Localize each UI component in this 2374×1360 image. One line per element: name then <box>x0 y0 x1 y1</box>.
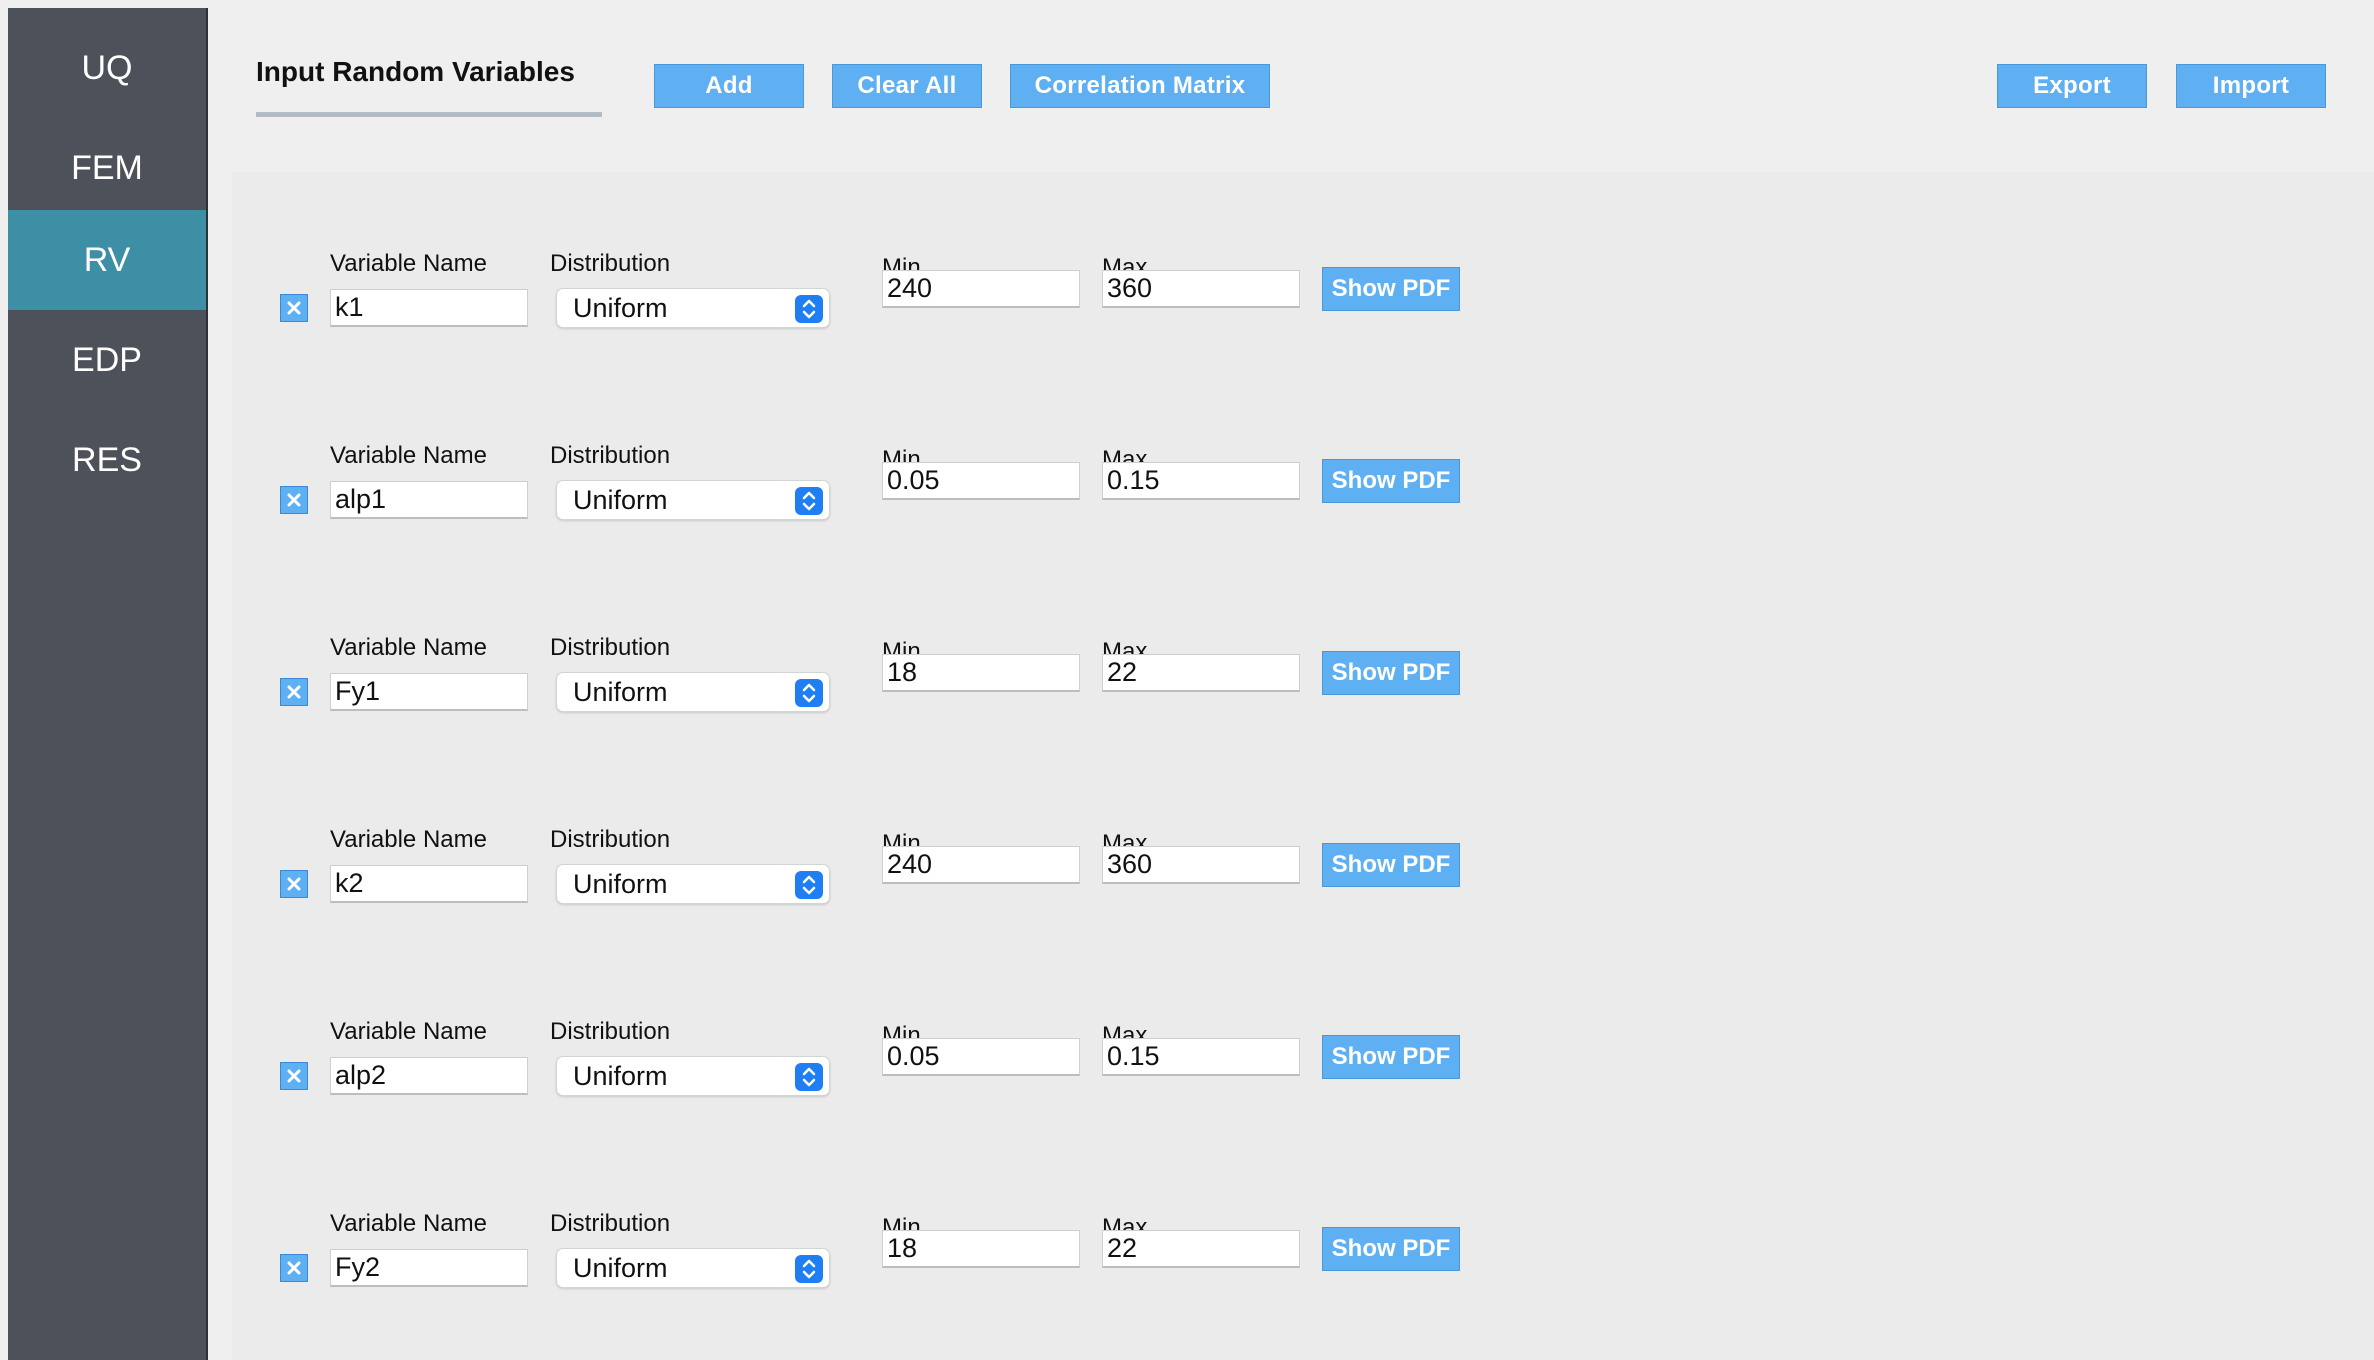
close-icon <box>287 1261 301 1275</box>
variable-row-1: Variable Name Distribution Min. Max. k1 … <box>0 232 1600 392</box>
distribution-value: Uniform <box>573 484 668 515</box>
select-arrows-icon <box>795 871 823 899</box>
close-icon <box>287 685 301 699</box>
max-input[interactable]: 360 <box>1102 270 1300 308</box>
remove-variable-checkbox[interactable] <box>280 870 308 898</box>
distribution-value: Uniform <box>573 292 668 323</box>
show-pdf-button[interactable]: Show PDF <box>1322 843 1460 887</box>
max-input[interactable]: 360 <box>1102 846 1300 884</box>
distribution-select[interactable]: Uniform <box>556 864 830 904</box>
show-pdf-button[interactable]: Show PDF <box>1322 1227 1460 1271</box>
distribution-label: Distribution <box>550 634 671 661</box>
remove-variable-checkbox[interactable] <box>280 1062 308 1090</box>
distribution-select[interactable]: Uniform <box>556 480 830 520</box>
close-icon <box>287 493 301 507</box>
remove-variable-checkbox[interactable] <box>280 294 308 322</box>
sidebar-item-fem[interactable]: FEM <box>8 118 206 218</box>
distribution-label: Distribution <box>550 826 671 853</box>
select-arrows-icon <box>795 295 823 323</box>
min-input[interactable]: 240 <box>882 270 1080 308</box>
close-icon <box>287 301 301 315</box>
select-arrows-icon <box>795 1063 823 1091</box>
variable-name-label: Variable Name <box>330 1018 487 1045</box>
variable-row-5: Variable Name Distribution Min. Max. alp… <box>0 1000 1600 1160</box>
close-icon <box>287 1069 301 1083</box>
distribution-label: Distribution <box>550 1210 671 1237</box>
variable-name-label: Variable Name <box>330 634 487 661</box>
max-input[interactable]: 22 <box>1102 654 1300 692</box>
distribution-value: Uniform <box>573 868 668 899</box>
distribution-label: Distribution <box>550 442 671 469</box>
distribution-value: Uniform <box>573 1060 668 1091</box>
variable-name-label: Variable Name <box>330 1210 487 1237</box>
add-button[interactable]: Add <box>654 64 804 108</box>
show-pdf-button[interactable]: Show PDF <box>1322 267 1460 311</box>
distribution-label: Distribution <box>550 1018 671 1045</box>
min-input[interactable]: 0.05 <box>882 462 1080 500</box>
variable-name-input[interactable]: alp2 <box>330 1057 528 1095</box>
remove-variable-checkbox[interactable] <box>280 678 308 706</box>
max-input[interactable]: 0.15 <box>1102 462 1300 500</box>
app-window: UQ FEM RV EDP RES Input Random Variables… <box>0 0 2374 1360</box>
variable-name-label: Variable Name <box>330 250 487 277</box>
show-pdf-button[interactable]: Show PDF <box>1322 459 1460 503</box>
distribution-select[interactable]: Uniform <box>556 288 830 328</box>
variable-name-label: Variable Name <box>330 826 487 853</box>
select-arrows-icon <box>795 1255 823 1283</box>
show-pdf-button[interactable]: Show PDF <box>1322 1035 1460 1079</box>
variable-row-6: Variable Name Distribution Min. Max. Fy2… <box>0 1192 1600 1352</box>
min-input[interactable]: 18 <box>882 654 1080 692</box>
distribution-select[interactable]: Uniform <box>556 1248 830 1288</box>
distribution-select[interactable]: Uniform <box>556 1056 830 1096</box>
distribution-label: Distribution <box>550 250 671 277</box>
min-input[interactable]: 18 <box>882 1230 1080 1268</box>
title-underline <box>256 112 602 117</box>
import-button[interactable]: Import <box>2176 64 2326 108</box>
max-input[interactable]: 0.15 <box>1102 1038 1300 1076</box>
distribution-value: Uniform <box>573 1252 668 1283</box>
select-arrows-icon <box>795 679 823 707</box>
clear-all-button[interactable]: Clear All <box>832 64 982 108</box>
remove-variable-checkbox[interactable] <box>280 486 308 514</box>
variable-row-4: Variable Name Distribution Min. Max. k2 … <box>0 808 1600 968</box>
export-button[interactable]: Export <box>1997 64 2147 108</box>
variable-name-input[interactable]: alp1 <box>330 481 528 519</box>
close-icon <box>287 877 301 891</box>
variable-name-input[interactable]: Fy1 <box>330 673 528 711</box>
page-title: Input Random Variables <box>256 56 575 87</box>
max-input[interactable]: 22 <box>1102 1230 1300 1268</box>
min-input[interactable]: 240 <box>882 846 1080 884</box>
distribution-select[interactable]: Uniform <box>556 672 830 712</box>
variable-name-input[interactable]: k1 <box>330 289 528 327</box>
variable-name-input[interactable]: k2 <box>330 865 528 903</box>
select-arrows-icon <box>795 487 823 515</box>
min-input[interactable]: 0.05 <box>882 1038 1080 1076</box>
distribution-value: Uniform <box>573 676 668 707</box>
variable-name-label: Variable Name <box>330 442 487 469</box>
variable-row-2: Variable Name Distribution Min. Max. alp… <box>0 424 1600 584</box>
variable-row-3: Variable Name Distribution Min. Max. Fy1… <box>0 616 1600 776</box>
correlation-matrix-button[interactable]: Correlation Matrix <box>1010 64 1270 108</box>
variable-name-input[interactable]: Fy2 <box>330 1249 528 1287</box>
show-pdf-button[interactable]: Show PDF <box>1322 651 1460 695</box>
remove-variable-checkbox[interactable] <box>280 1254 308 1282</box>
sidebar-item-uq[interactable]: UQ <box>8 18 206 118</box>
